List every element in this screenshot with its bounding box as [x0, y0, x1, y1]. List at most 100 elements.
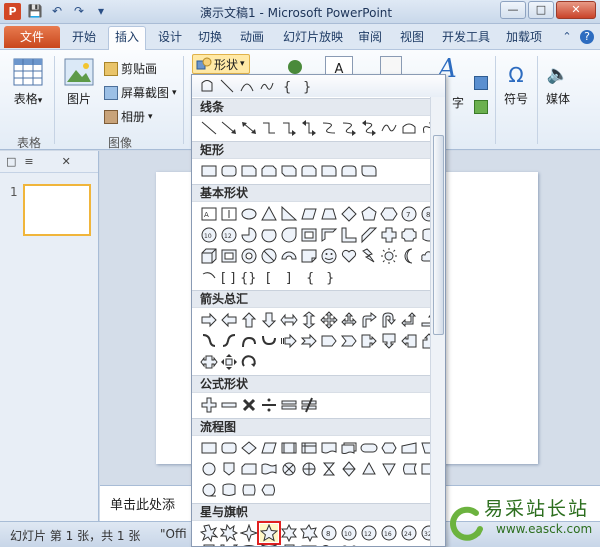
flowchart-decision-shape[interactable] [240, 439, 258, 457]
flowchart-card-shape[interactable] [240, 460, 258, 478]
help-icon[interactable]: ? [580, 30, 594, 44]
4-point-star-shape[interactable] [239, 523, 259, 543]
chord-shape[interactable] [260, 226, 278, 244]
frame-shape[interactable] [300, 226, 318, 244]
customize-qat-icon[interactable]: ▾ [92, 3, 110, 20]
recent-shape[interactable] [198, 77, 216, 95]
vertical-textbox-shape[interactable] [220, 205, 238, 223]
slide-thumbnail[interactable] [23, 184, 91, 236]
dodecagon-shape[interactable]: 12 [220, 226, 238, 244]
heart-shape[interactable] [340, 247, 358, 265]
close-button[interactable]: ✕ [556, 1, 596, 19]
curved-left-arrow-shape[interactable] [220, 332, 238, 350]
left-right-arrow-callout-shape[interactable] [200, 353, 218, 371]
right-arrow-callout-shape[interactable] [360, 332, 378, 350]
flowchart-extract-shape[interactable] [360, 460, 378, 478]
elbow-double-arrow-shape[interactable] [300, 119, 318, 137]
diamond-shape[interactable] [340, 205, 358, 223]
flowchart-collate-shape[interactable] [320, 460, 338, 478]
down-arrow-shape[interactable] [260, 311, 278, 329]
flowchart-manual-input-shape[interactable] [400, 439, 418, 457]
clipart-button[interactable]: 剪贴画 [104, 60, 157, 77]
tab-home[interactable]: 开始 [72, 28, 96, 50]
theme-status[interactable]: "Offi [160, 527, 187, 541]
striped-right-arrow-shape[interactable] [280, 332, 298, 350]
flowchart-summing-junction-shape[interactable] [280, 460, 298, 478]
pentagon-arrow-shape[interactable] [320, 332, 338, 350]
curved-connector-shape[interactable] [320, 119, 338, 137]
gallery-scroll-thumb[interactable] [433, 135, 444, 335]
curved-up-ribbon-shape[interactable] [240, 543, 258, 546]
flowchart-multidocument-shape[interactable] [340, 439, 358, 457]
pie-shape[interactable] [240, 226, 258, 244]
trapezoid-shape[interactable] [320, 205, 338, 223]
5-point-star-shape[interactable] [257, 521, 281, 545]
8-point-star-shape[interactable]: 8 [320, 524, 338, 542]
symbols-button[interactable]: Ω 符号 [502, 60, 530, 107]
equal-shape[interactable] [280, 396, 298, 414]
collapse-ribbon-icon[interactable]: ⌃ [560, 30, 574, 44]
smiley-face-shape[interactable] [320, 247, 338, 265]
curved-double-arrow-shape[interactable] [360, 119, 378, 137]
multiply-shape[interactable] [240, 396, 258, 414]
down-ribbon-shape[interactable] [220, 543, 239, 546]
double-bracket-shape[interactable]: [ ] [220, 268, 238, 286]
arrow-line-shape[interactable] [220, 119, 238, 137]
left-bracket-shape[interactable]: [ [260, 268, 278, 286]
double-arrow-line-shape[interactable] [240, 119, 258, 137]
quad-arrow-shape[interactable] [320, 311, 338, 329]
explosion-1-shape[interactable] [199, 524, 219, 543]
not-equal-shape[interactable] [300, 396, 318, 414]
curved-down-arrow-shape[interactable] [260, 332, 278, 350]
double-wave-shape[interactable] [340, 543, 358, 546]
diagonal-stripe-shape[interactable] [360, 226, 378, 244]
left-arrow-callout-shape[interactable] [400, 332, 418, 350]
u-turn-arrow-shape[interactable] [380, 311, 398, 329]
horizontal-scroll-shape[interactable] [300, 543, 318, 546]
maximize-button[interactable]: □ [528, 1, 554, 19]
rounded-rectangle-shape[interactable] [220, 162, 238, 180]
notched-right-arrow-shape[interactable] [300, 332, 318, 350]
table-button[interactable]: 表格▾ [10, 58, 46, 107]
flowchart-preparation-shape[interactable] [380, 439, 398, 457]
double-brace-shape[interactable]: {} [240, 268, 258, 286]
recent-shape[interactable] [218, 77, 236, 95]
up-arrow-shape[interactable] [240, 311, 258, 329]
6-point-star-shape[interactable] [280, 523, 298, 543]
elbow-arrow-connector-shape[interactable] [280, 119, 298, 137]
flowchart-sequential-storage-shape[interactable] [200, 481, 218, 499]
outline-tab-icon[interactable]: ≡ [24, 155, 33, 168]
round-single-corner-rectangle-shape[interactable] [320, 162, 338, 180]
wave-shape[interactable] [320, 543, 338, 546]
left-up-arrow-shape[interactable] [400, 311, 418, 329]
recent-shape[interactable] [258, 77, 276, 95]
pentagon-shape[interactable] [360, 205, 378, 223]
media-button[interactable]: 🔈 媒体 [544, 60, 572, 107]
oval-shape[interactable] [240, 205, 258, 223]
24-point-star-shape[interactable]: 24 [400, 524, 418, 542]
flowchart-offpage-connector-shape[interactable] [220, 460, 238, 478]
right-triangle-shape[interactable] [280, 205, 298, 223]
down-arrow-callout-shape[interactable] [380, 332, 398, 350]
block-arc-shape[interactable] [280, 247, 298, 265]
picture-button[interactable]: 图片 [62, 58, 96, 107]
tab-transitions[interactable]: 切换 [198, 28, 222, 50]
plaque-shape[interactable] [400, 226, 418, 244]
flowchart-connector-shape[interactable] [200, 460, 218, 478]
undo-icon[interactable]: ↶ [48, 3, 66, 20]
sun-shape[interactable] [380, 247, 398, 265]
line-shape[interactable] [200, 119, 218, 137]
flowchart-magnetic-disk-shape[interactable] [220, 481, 238, 499]
flowchart-or-shape[interactable] [300, 460, 318, 478]
powerpoint-app-icon[interactable]: P [4, 3, 21, 20]
close-pane-icon[interactable]: ✕ [62, 155, 71, 168]
curved-up-arrow-shape[interactable] [240, 332, 258, 350]
rectangle-shape[interactable] [200, 162, 218, 180]
curved-down-ribbon-shape[interactable] [260, 543, 278, 546]
round-same-side-rectangle-shape[interactable] [340, 162, 358, 180]
arc-shape[interactable] [200, 268, 218, 286]
quad-arrow-callout-shape[interactable] [220, 353, 238, 371]
curved-arrow-connector-shape[interactable] [340, 119, 358, 137]
explosion-2-shape[interactable] [219, 523, 239, 543]
right-bracket-shape[interactable]: ] [280, 268, 298, 286]
